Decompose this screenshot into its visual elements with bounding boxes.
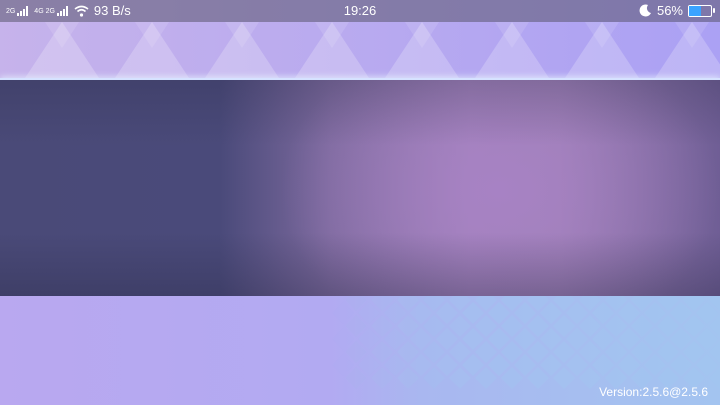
battery-fill <box>689 5 702 16</box>
status-right: 56% <box>639 3 715 18</box>
battery-icon <box>688 4 715 17</box>
bottom-pattern-band: Version:2.5.6@2.5.6 <box>0 296 720 405</box>
battery-percent: 56% <box>656 3 683 18</box>
status-bar: 2G 4G 2G 93 B/s 19:26 56% <box>0 0 720 22</box>
clock: 19:26 <box>343 3 377 18</box>
version-label: Version:2.5.6@2.5.6 <box>599 385 708 399</box>
banner-shading <box>0 80 720 298</box>
moon-icon <box>639 4 651 17</box>
main-banner <box>0 78 720 300</box>
